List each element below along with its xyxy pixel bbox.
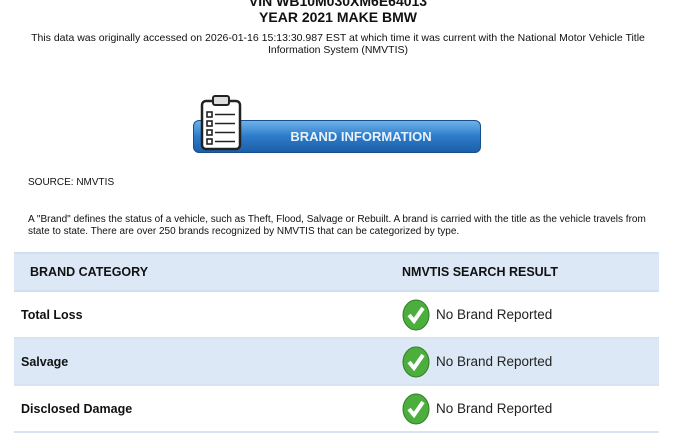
source-label: SOURCE: NMVTIS	[28, 177, 115, 188]
table-row: Total Loss No Brand Reported	[14, 291, 659, 339]
search-result: No Brand Reported	[436, 354, 553, 369]
brand-category: Total Loss	[14, 291, 401, 339]
search-result: No Brand Reported	[436, 401, 553, 416]
table-header: BRAND CATEGORY NMVTIS SEARCH RESULT	[14, 252, 659, 292]
clipboard-icon	[200, 95, 242, 151]
table-row: Disclosed Damage No Brand Reported	[14, 385, 659, 433]
green-check-icon	[402, 346, 430, 377]
year-make-heading: YEAR 2021 MAKE BMW	[259, 9, 417, 25]
table-row: Salvage No Brand Reported	[14, 338, 659, 386]
vin-heading: VIN WB10M030XM6E64013	[248, 0, 428, 9]
brand-category: Disclosed Damage	[14, 385, 401, 433]
green-check-icon	[402, 393, 430, 424]
green-check-icon	[402, 299, 430, 330]
header-brand-category: BRAND CATEGORY	[14, 252, 401, 292]
brand-table: BRAND CATEGORY NMVTIS SEARCH RESULT Tota…	[14, 252, 659, 433]
brand-category: Salvage	[14, 338, 401, 386]
brand-description: A "Brand" defines the status of a vehicl…	[28, 214, 646, 237]
header-search-result: NMVTIS SEARCH RESULT	[401, 252, 659, 292]
disclaimer: This data was originally accessed on 202…	[31, 32, 645, 56]
search-result: No Brand Reported	[436, 307, 553, 322]
